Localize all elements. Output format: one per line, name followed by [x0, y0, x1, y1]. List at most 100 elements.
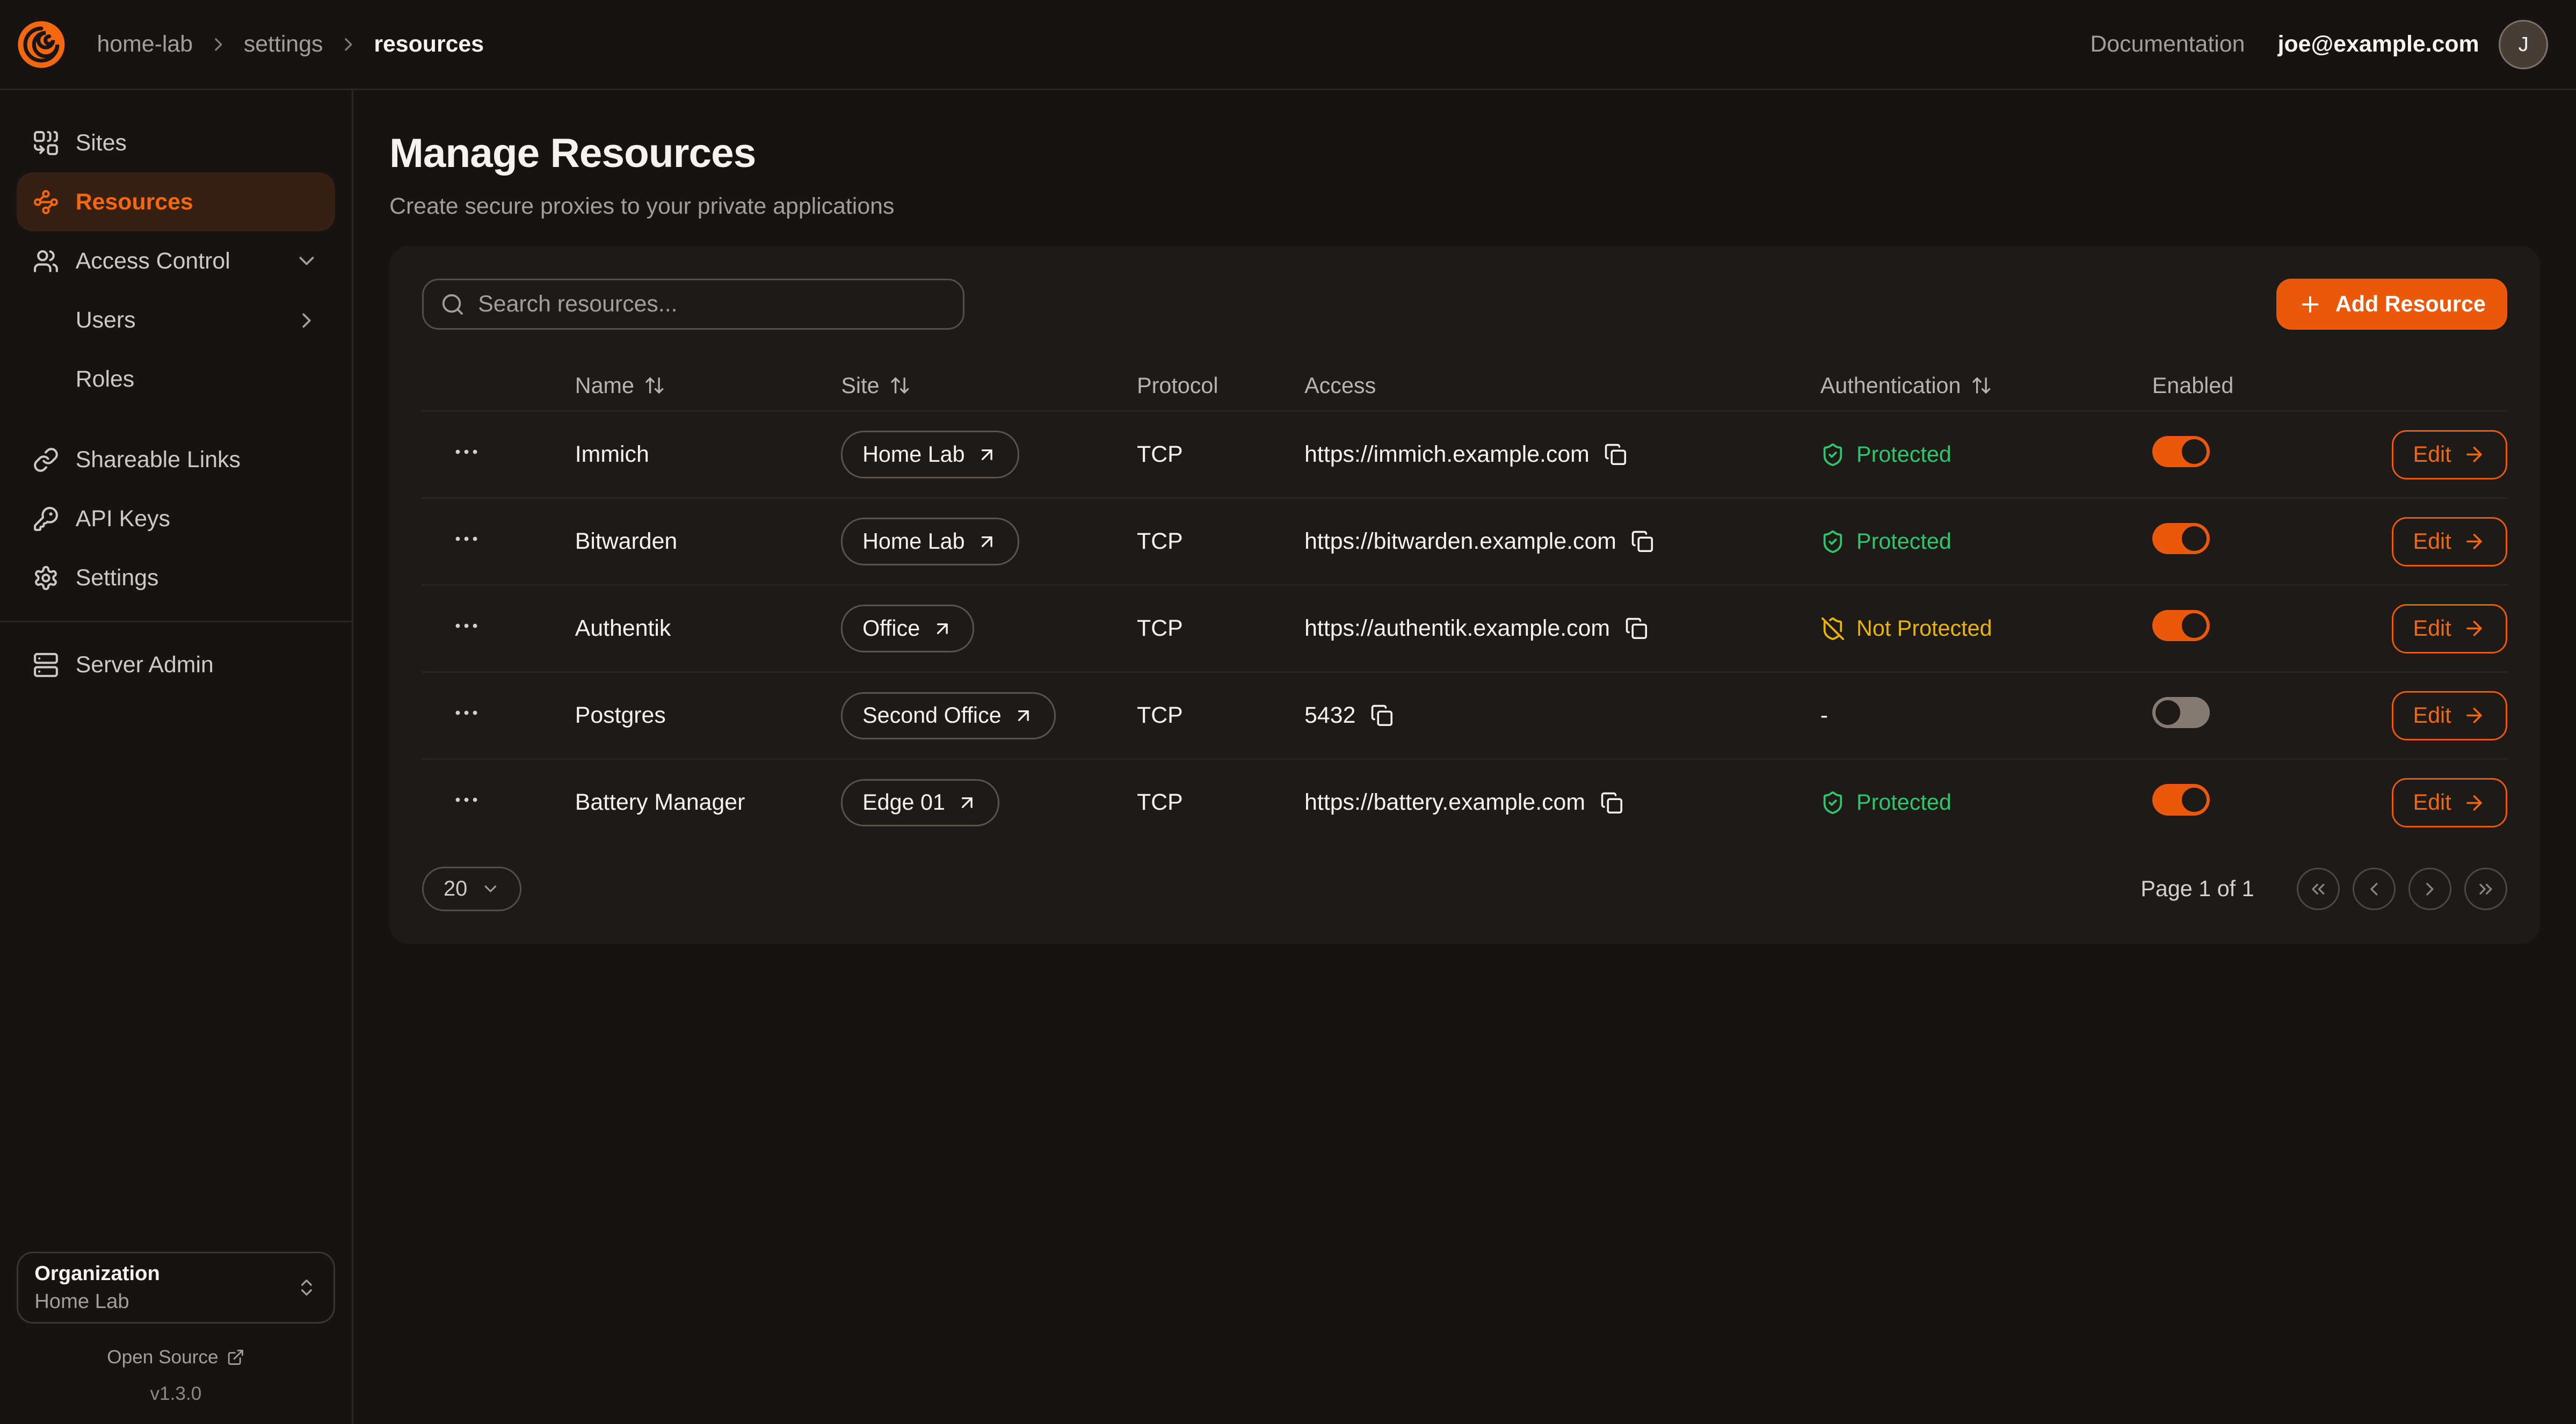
arrow-up-down-icon — [889, 375, 911, 396]
copy-icon[interactable] — [1600, 791, 1623, 815]
column-header-authentication[interactable]: Authentication — [1820, 373, 2152, 398]
sidebar-item-label: Sites — [76, 130, 127, 156]
breadcrumb-org[interactable]: home-lab — [97, 31, 193, 57]
chevron-down-icon — [294, 249, 319, 273]
open-source-link[interactable]: Open Source — [17, 1347, 336, 1368]
resource-name: Immich — [575, 441, 841, 468]
protocol-value: TCP — [1137, 441, 1304, 468]
organization-label: Organization — [34, 1261, 296, 1286]
arrow-up-right-icon — [1013, 705, 1034, 726]
last-page-button[interactable] — [2464, 868, 2507, 911]
shield-check-icon — [1820, 529, 1845, 554]
documentation-link[interactable]: Documentation — [2090, 31, 2245, 57]
arrow-right-icon — [2463, 791, 2486, 815]
arrow-right-icon — [2463, 617, 2486, 640]
site-link[interactable]: Home Lab — [841, 518, 1019, 565]
site-link[interactable]: Office — [841, 605, 974, 652]
edit-button[interactable]: Edit — [2392, 691, 2507, 740]
chevrons-up-down-icon — [296, 1277, 317, 1298]
prev-page-button[interactable] — [2353, 868, 2396, 911]
edit-button[interactable]: Edit — [2392, 778, 2507, 827]
table-body: Immich Home Lab TCP https://immich.examp… — [422, 412, 2507, 845]
breadcrumb: home-lab settings resources — [97, 31, 484, 57]
row-menu-button[interactable] — [452, 698, 481, 728]
enabled-toggle[interactable] — [2152, 523, 2210, 554]
sidebar-item-sites[interactable]: Sites — [17, 113, 336, 172]
copy-icon[interactable] — [1625, 617, 1648, 640]
sidebar-item-label: Settings — [76, 565, 159, 591]
sidebar-item-label: Roles — [76, 366, 135, 393]
sidebar-divider — [0, 621, 352, 622]
enabled-toggle[interactable] — [2152, 610, 2210, 641]
add-resource-button[interactable]: Add Resource — [2276, 279, 2507, 330]
column-header-access: Access — [1304, 373, 1820, 398]
arrow-right-icon — [2463, 530, 2486, 553]
copy-icon[interactable] — [1604, 443, 1627, 466]
enabled-toggle[interactable] — [2152, 784, 2210, 815]
table-row: Authentik Office TCP https://authentik.e… — [422, 586, 2507, 673]
site-link[interactable]: Edge 01 — [841, 779, 999, 827]
row-menu-button[interactable] — [452, 437, 481, 467]
row-menu-button[interactable] — [452, 611, 481, 641]
table-row: Battery Manager Edge 01 TCP https://batt… — [422, 760, 2507, 845]
search-input[interactable] — [422, 279, 964, 330]
avatar[interactable]: J — [2499, 20, 2548, 69]
next-page-button[interactable] — [2408, 868, 2451, 911]
auth-status: Protected — [1820, 790, 2152, 815]
sidebar-item-label: Users — [76, 307, 136, 333]
page-size-select[interactable]: 20 — [422, 867, 521, 911]
chevrons-right-icon — [2475, 878, 2497, 900]
enabled-toggle[interactable] — [2152, 697, 2210, 728]
chevrons-left-icon — [2307, 878, 2329, 900]
edit-button[interactable]: Edit — [2392, 604, 2507, 653]
shield-off-icon — [1820, 616, 1845, 641]
first-page-button[interactable] — [2297, 868, 2340, 911]
sidebar-item-access-control[interactable]: Access Control — [17, 231, 336, 290]
table-row: Postgres Second Office TCP 5432 - Edit — [422, 673, 2507, 760]
sidebar: Sites Resources Access Control Users Roles Sh… — [0, 90, 353, 1424]
pangolin-logo — [15, 18, 68, 71]
auth-status: - — [1820, 702, 2152, 729]
access-value: 5432 — [1304, 702, 1355, 729]
organization-picker[interactable]: Organization Home Lab — [17, 1252, 336, 1324]
sidebar-item-label: Resources — [76, 189, 193, 215]
combine-icon — [33, 130, 59, 156]
row-menu-button[interactable] — [452, 524, 481, 554]
enabled-toggle[interactable] — [2152, 436, 2210, 467]
column-header-name[interactable]: Name — [575, 373, 841, 398]
copy-icon[interactable] — [1631, 530, 1654, 553]
main-content: Manage Resources Create secure proxies t… — [353, 90, 2576, 1424]
sidebar-item-users[interactable]: Users — [17, 290, 336, 350]
shield-check-icon — [1820, 790, 1845, 815]
search-icon — [440, 292, 465, 317]
sidebar-item-resources[interactable]: Resources — [17, 172, 336, 231]
resource-name: Battery Manager — [575, 789, 841, 816]
chevron-right-icon — [208, 34, 229, 55]
version-label: v1.3.0 — [17, 1383, 336, 1405]
sidebar-item-api-keys[interactable]: API Keys — [17, 490, 336, 549]
column-header-site[interactable]: Site — [841, 373, 1137, 398]
edit-button[interactable]: Edit — [2392, 517, 2507, 566]
arrow-up-down-icon — [644, 375, 665, 396]
sidebar-item-roles[interactable]: Roles — [17, 350, 336, 409]
arrow-up-right-icon — [932, 618, 953, 640]
protocol-value: TCP — [1137, 789, 1304, 816]
site-link[interactable]: Second Office — [841, 692, 1055, 740]
chevron-down-icon — [481, 879, 500, 899]
table-header: NameSiteProtocolAccessAuthenticationEnab… — [422, 361, 2507, 412]
topbar: home-lab settings resources Documentatio… — [0, 0, 2576, 90]
protocol-value: TCP — [1137, 615, 1304, 642]
access-value: https://battery.example.com — [1304, 789, 1585, 816]
sidebar-item-shareable-links[interactable]: Shareable Links — [17, 430, 336, 489]
sidebar-item-settings[interactable]: Settings — [17, 549, 336, 608]
arrow-right-icon — [2463, 443, 2486, 466]
row-menu-button[interactable] — [452, 785, 481, 815]
site-link[interactable]: Home Lab — [841, 431, 1019, 478]
server-icon — [33, 652, 59, 678]
sidebar-item-label: API Keys — [76, 506, 170, 532]
sidebar-item-server-admin[interactable]: Server Admin — [17, 636, 336, 695]
copy-icon[interactable] — [1370, 704, 1394, 727]
edit-button[interactable]: Edit — [2392, 430, 2507, 479]
breadcrumb-settings[interactable]: settings — [244, 31, 323, 57]
chevron-right-icon — [2419, 878, 2441, 900]
